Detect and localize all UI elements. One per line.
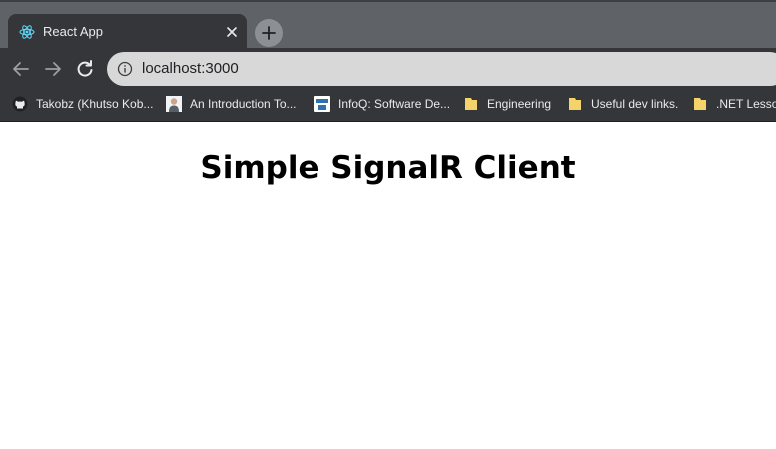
bookmark-label: Engineering bbox=[487, 97, 552, 111]
bookmark-label: Takobz (Khutso Kob... bbox=[36, 97, 154, 111]
bookmark-label: Useful dev links. bbox=[591, 97, 679, 111]
page-content: Simple SignalR Client bbox=[0, 122, 776, 449]
url-text[interactable]: localhost:3000 bbox=[142, 60, 239, 78]
bookmark-label: InfoQ: Software De... bbox=[338, 97, 451, 111]
bookmark-item[interactable]: .NET Lesson bbox=[692, 90, 776, 118]
tab-react-app[interactable]: React App bbox=[8, 14, 247, 50]
person-avatar-icon bbox=[166, 96, 182, 112]
back-arrow-icon[interactable] bbox=[11, 59, 31, 79]
bookmark-item[interactable]: An Introduction To... bbox=[166, 90, 297, 118]
address-bar[interactable]: localhost:3000 bbox=[107, 52, 776, 86]
bookmarks-bar: Takobz (Khutso Kob... An Introduction To… bbox=[0, 90, 776, 122]
bookmark-item[interactable]: Takobz (Khutso Kob... bbox=[12, 90, 153, 118]
browser-toolbar: localhost:3000 bbox=[0, 48, 776, 90]
react-logo-icon bbox=[19, 25, 35, 39]
tab-title: React App bbox=[43, 24, 103, 39]
folder-icon bbox=[465, 98, 477, 110]
reload-icon[interactable] bbox=[75, 59, 95, 79]
forward-arrow-icon[interactable] bbox=[43, 59, 63, 79]
folder-icon bbox=[694, 98, 706, 110]
tab-strip: React App bbox=[0, 0, 776, 50]
bookmark-item[interactable]: Useful dev links. bbox=[567, 90, 678, 118]
infoq-icon bbox=[314, 96, 330, 112]
page-title: Simple SignalR Client bbox=[200, 150, 576, 186]
bookmark-item[interactable]: InfoQ: Software De... bbox=[314, 90, 450, 118]
close-tab-icon[interactable] bbox=[226, 26, 238, 38]
bookmark-label: .NET Lesson bbox=[716, 97, 776, 111]
bookmark-label: An Introduction To... bbox=[190, 97, 297, 111]
site-info-icon[interactable] bbox=[117, 61, 133, 77]
new-tab-button[interactable] bbox=[255, 19, 283, 47]
bookmark-item[interactable]: Engineering bbox=[463, 90, 551, 118]
github-icon bbox=[12, 96, 28, 112]
plus-icon bbox=[262, 26, 276, 40]
folder-icon bbox=[569, 98, 581, 110]
